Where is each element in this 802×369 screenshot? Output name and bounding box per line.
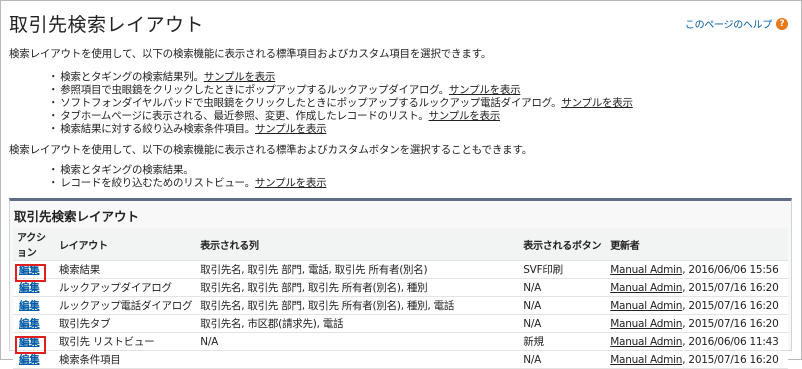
list-item: 検索とタギングの検索結果列。サンプルを表示 — [48, 71, 633, 84]
buttons-cell: 新規 — [519, 332, 607, 351]
feature-list-fields: 検索とタギングの検索結果列。サンプルを表示参照項目で虫眼鏡をクリックしたときにポ… — [48, 71, 633, 136]
action-cell: 編集 — [13, 332, 55, 351]
modified-cell: Manual Admin, 2016/06/06 15:56 — [606, 260, 788, 279]
page-title: 取引先検索レイアウト — [9, 14, 205, 36]
list-item: ソフトフォンダイヤルパッドで虫眼鏡をクリックしたときにポップアップするルックアッ… — [48, 97, 633, 110]
fields-cell: 取引先名, 取引先 部門, 取引先 所有者(別名), 種別 — [196, 278, 520, 297]
fields-cell: N/A — [196, 332, 520, 351]
table-header-row: アクション レイアウト 表示される列 表示されるボタン 更新者 — [13, 228, 788, 261]
modified-date: , 2016/06/06 11:43 — [682, 335, 779, 348]
list-item-text: 検索とタギングの検索結果列。 — [60, 71, 204, 83]
show-sample-link[interactable]: サンプルを表示 — [429, 110, 501, 122]
intro-text-fields: 検索レイアウトを使用して、以下の検索機能に表示される標準項目およびカスタム項目を… — [9, 48, 492, 60]
modified-cell: Manual Admin, 2016/06/06 11:43 — [606, 332, 788, 351]
column-header-buttons: 表示されるボタン — [519, 228, 607, 261]
list-item-text: 参照項目で虫眼鏡をクリックしたときにポップアップするルックアップダイアログ。 — [60, 84, 449, 96]
edit-link[interactable]: 編集 — [19, 336, 40, 348]
fields-cell: 取引先名, 取引先 部門, 電話, 取引先 所有者(別名) — [196, 260, 520, 279]
modified-by-link[interactable]: Manual Admin — [610, 318, 682, 330]
edit-link[interactable]: 編集 — [19, 354, 40, 366]
list-item: タブホームページに表示される、最近参照、変更、作成したレコードのリスト。サンプル… — [48, 110, 633, 123]
list-item-text: 検索とタギングの検索結果。 — [60, 164, 194, 176]
list-item: 参照項目で虫眼鏡をクリックしたときにポップアップするルックアップダイアログ。サン… — [48, 84, 633, 97]
column-header-fields: 表示される列 — [196, 228, 520, 261]
list-item: レコードを絞り込むためのリストビュー。サンプルを表示 — [48, 177, 326, 190]
table-row: 編集 ルックアップダイアログ 取引先名, 取引先 部門, 取引先 所有者(別名), … — [13, 278, 788, 297]
show-sample-link[interactable]: サンプルを表示 — [561, 97, 633, 109]
action-cell: 編集 — [13, 296, 55, 315]
list-item-text: タブホームページに表示される、最近参照、変更、作成したレコードのリスト。 — [60, 110, 429, 122]
show-sample-link[interactable]: サンプルを表示 — [255, 123, 327, 135]
help-link-container[interactable]: このページのヘルプ ? — [685, 16, 788, 31]
list-item-text: ソフトフォンダイヤルパッドで虫眼鏡をクリックしたときにポップアップするルックアッ… — [60, 97, 562, 109]
list-title: 取引先検索レイアウト — [14, 209, 140, 224]
modified-by-link[interactable]: Manual Admin — [610, 264, 682, 276]
action-cell: 編集 — [13, 278, 55, 297]
modified-cell: Manual Admin, 2015/07/16 16:20 — [606, 296, 788, 315]
fields-cell: 取引先名, 市区郡(請求先), 電話 — [196, 314, 520, 333]
show-sample-link[interactable]: サンプルを表示 — [449, 84, 521, 96]
column-header-action: アクション — [13, 228, 55, 261]
table-row: 編集 取引先 リストビュー N/A 新規 Manual Admin, 2016/06/0… — [13, 332, 788, 351]
table-row: 編集 ルックアップ電話ダイアログ 取引先名, 取引先 部門, 取引先 所有者(別名)… — [13, 296, 788, 315]
buttons-cell: N/A — [519, 314, 607, 333]
modified-date: , 2015/07/16 16:20 — [682, 299, 779, 312]
table-row: 編集 取引先タブ 取引先名, 市区郡(請求先), 電話 N/A Manual Admin… — [13, 314, 788, 333]
modified-date: , 2015/07/16 16:20 — [682, 317, 779, 330]
list-item-text: 検索結果に対する絞り込み検索条件項目。 — [60, 123, 255, 135]
modified-by-link[interactable]: Manual Admin — [610, 282, 682, 294]
action-cell: 編集 — [13, 260, 55, 279]
intro-text-buttons: 検索レイアウトを使用して、以下の検索機能に表示される標準およびカスタムボタンを選… — [9, 144, 532, 156]
column-header-modified-by: 更新者 — [606, 228, 788, 261]
buttons-cell: N/A — [519, 278, 607, 297]
modified-date: , 2016/06/06 15:56 — [682, 263, 779, 276]
list-item-text: レコードを絞り込むためのリストビュー。 — [60, 177, 255, 189]
edit-link[interactable]: 編集 — [19, 318, 40, 330]
modified-by-link[interactable]: Manual Admin — [610, 336, 682, 348]
help-link[interactable]: このページのヘルプ — [685, 16, 772, 31]
edit-link[interactable]: 編集 — [19, 300, 40, 312]
layout-name-cell: ルックアップダイアログ — [55, 278, 197, 297]
edit-link[interactable]: 編集 — [19, 264, 40, 276]
layout-name-cell: ルックアップ電話ダイアログ — [55, 296, 197, 315]
layout-name-cell: 取引先タブ — [55, 314, 197, 333]
fields-cell: 取引先名, 取引先 部門, 取引先 所有者(別名), 種別, 電話 — [196, 296, 520, 315]
layout-name-cell: 取引先 リストビュー — [55, 332, 197, 351]
layout-table: アクション レイアウト 表示される列 表示されるボタン 更新者 編集 検索結果 取引… — [13, 228, 788, 369]
list-item: 検索とタギングの検索結果。 — [48, 164, 326, 177]
column-header-layout: レイアウト — [55, 228, 197, 261]
feature-list-buttons: 検索とタギングの検索結果。レコードを絞り込むためのリストビュー。サンプルを表示 — [48, 164, 326, 190]
search-layout-list: 取引先検索レイアウト アクション レイアウト 表示される列 表示されるボタン 更… — [9, 198, 792, 369]
modified-cell: Manual Admin, 2015/07/16 16:20 — [606, 314, 788, 333]
modified-date: , 2015/07/16 16:20 — [682, 281, 779, 294]
list-item: 検索結果に対する絞り込み検索条件項目。サンプルを表示 — [48, 123, 633, 136]
modified-cell: Manual Admin, 2015/07/16 16:20 — [606, 278, 788, 297]
buttons-cell: SVF印刷 — [519, 260, 607, 279]
layout-name-cell: 検索結果 — [55, 260, 197, 279]
modified-by-link[interactable]: Manual Admin — [610, 300, 682, 312]
buttons-cell: N/A — [519, 296, 607, 315]
show-sample-link[interactable]: サンプルを表示 — [204, 71, 276, 83]
edit-link[interactable]: 編集 — [19, 282, 40, 294]
question-icon[interactable]: ? — [776, 17, 788, 30]
action-cell: 編集 — [13, 314, 55, 333]
show-sample-link[interactable]: サンプルを表示 — [255, 177, 327, 189]
table-row: 編集 検索結果 取引先名, 取引先 部門, 電話, 取引先 所有者(別名) SVF印刷… — [13, 260, 788, 279]
